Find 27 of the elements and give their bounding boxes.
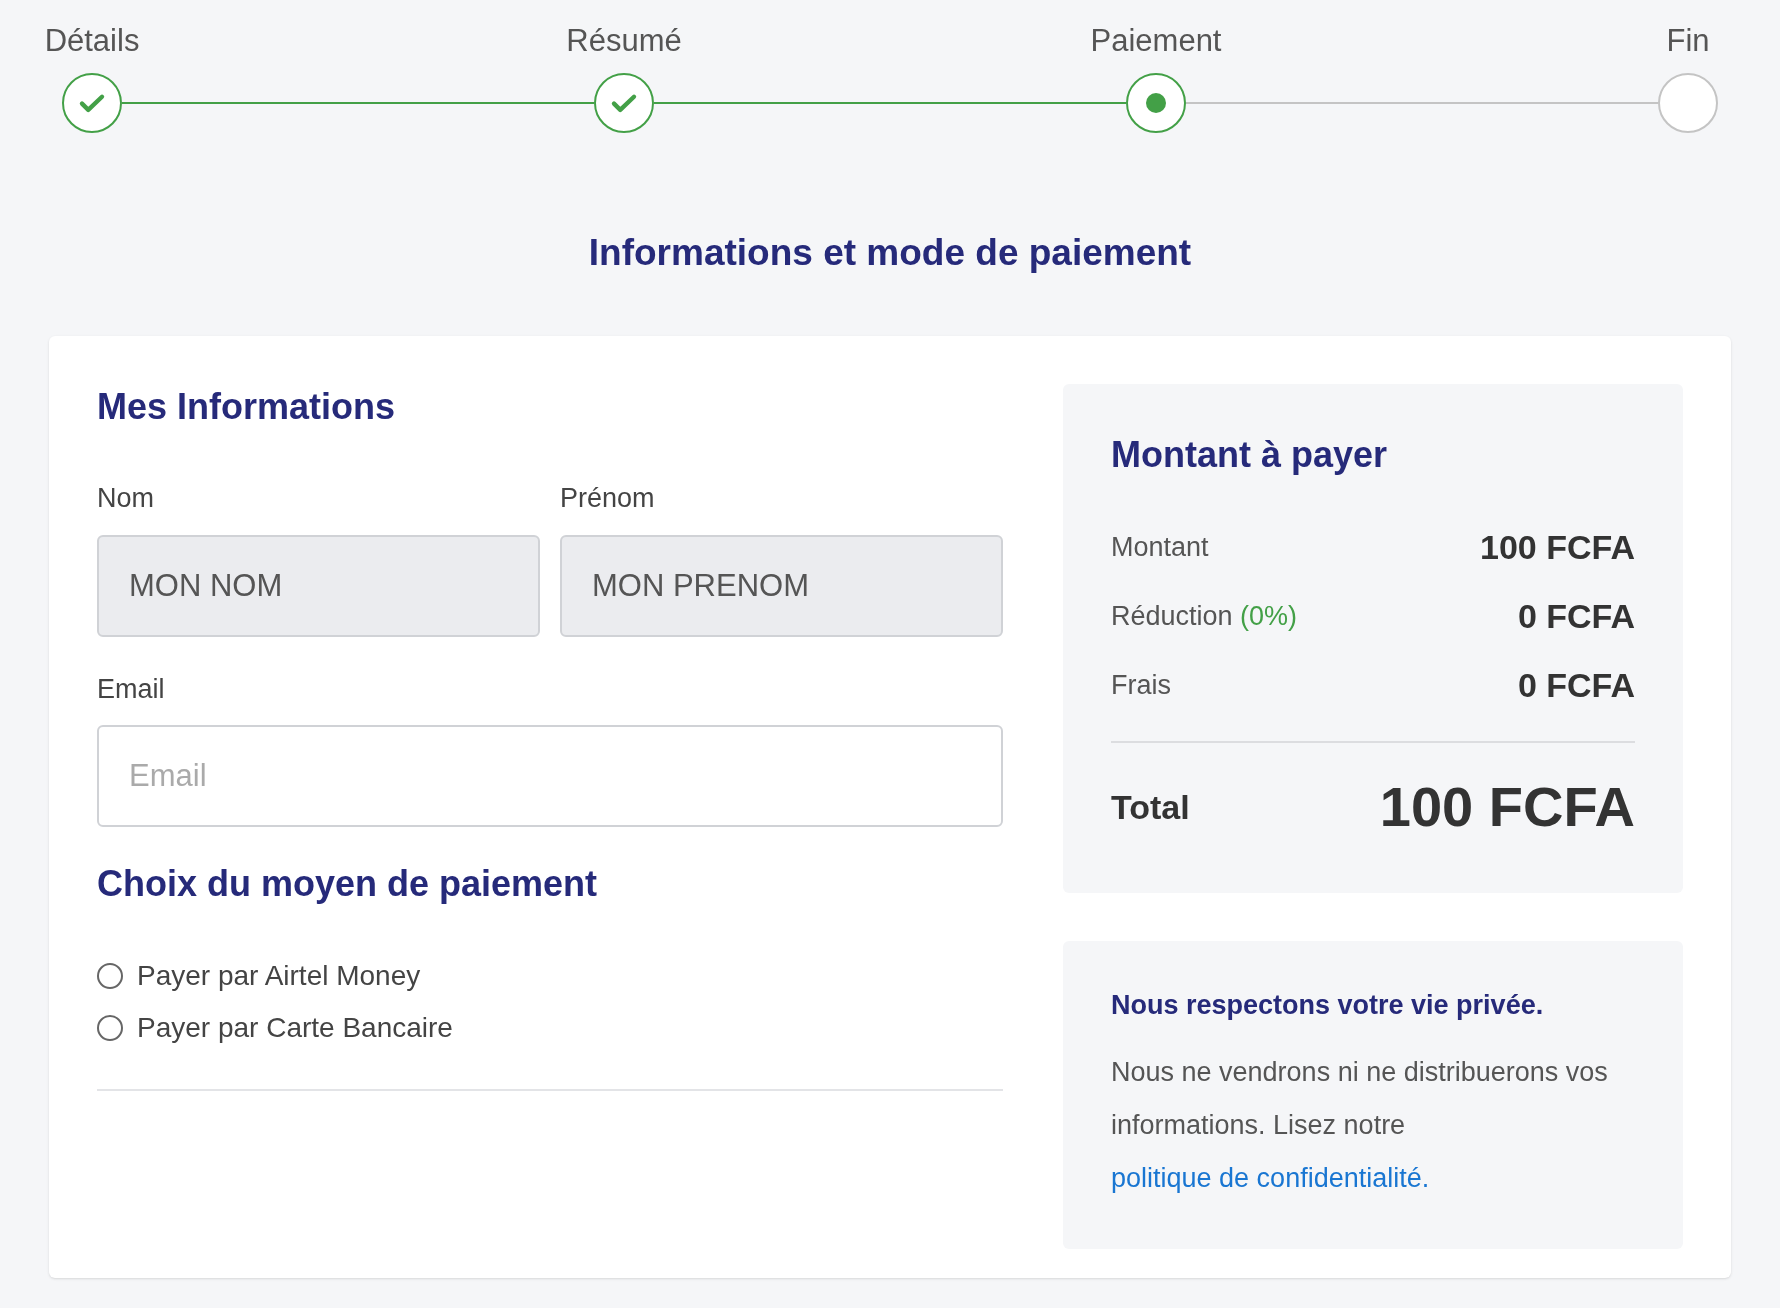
total-label: Total [1111,786,1190,828]
payment-option[interactable]: Payer par Carte Bancaire [97,1007,1003,1049]
email-field[interactable]: Email [97,725,1003,827]
step-label: Paiement [1090,22,1222,60]
step-label: Résumé [566,22,682,60]
privacy-policy-link[interactable]: politique de confidentialité. [1111,1162,1430,1193]
field-label: Prénom [560,482,656,515]
field-label: Nom [97,482,155,515]
amount-label: Montant [1111,531,1209,565]
radio-button[interactable] [97,1015,123,1041]
summary-heading: Montant à payer [1111,433,1389,477]
section-heading: Choix du moyen de paiement [97,862,599,906]
page-title: Informations et mode de paiement [587,230,1193,275]
privacy-heading: Nous respectons votre vie privée. [1111,989,1545,1022]
amount-value: 0 FCFA [1517,596,1635,637]
field-label: Email [97,672,166,706]
amount-label: Frais [1111,669,1171,703]
privacy-text: Nous ne vendrons ni ne distribuerons vos informations. Lisez notre politique de confidentialité. [1111,1055,1609,1195]
section-heading: Mes Informations [97,385,397,429]
step-label: Détails [44,22,140,60]
payment-option[interactable]: Payer par Airtel Money [97,955,1003,997]
amount-value: 100 FCFA [1480,527,1635,568]
radio-button[interactable] [97,963,123,989]
amount-value: 0 FCFA [1517,665,1635,706]
step-label: Fin [1666,22,1710,60]
total-value: 100 FCFA [1379,774,1635,840]
amount-label: Réduction (0%) [1111,600,1298,634]
